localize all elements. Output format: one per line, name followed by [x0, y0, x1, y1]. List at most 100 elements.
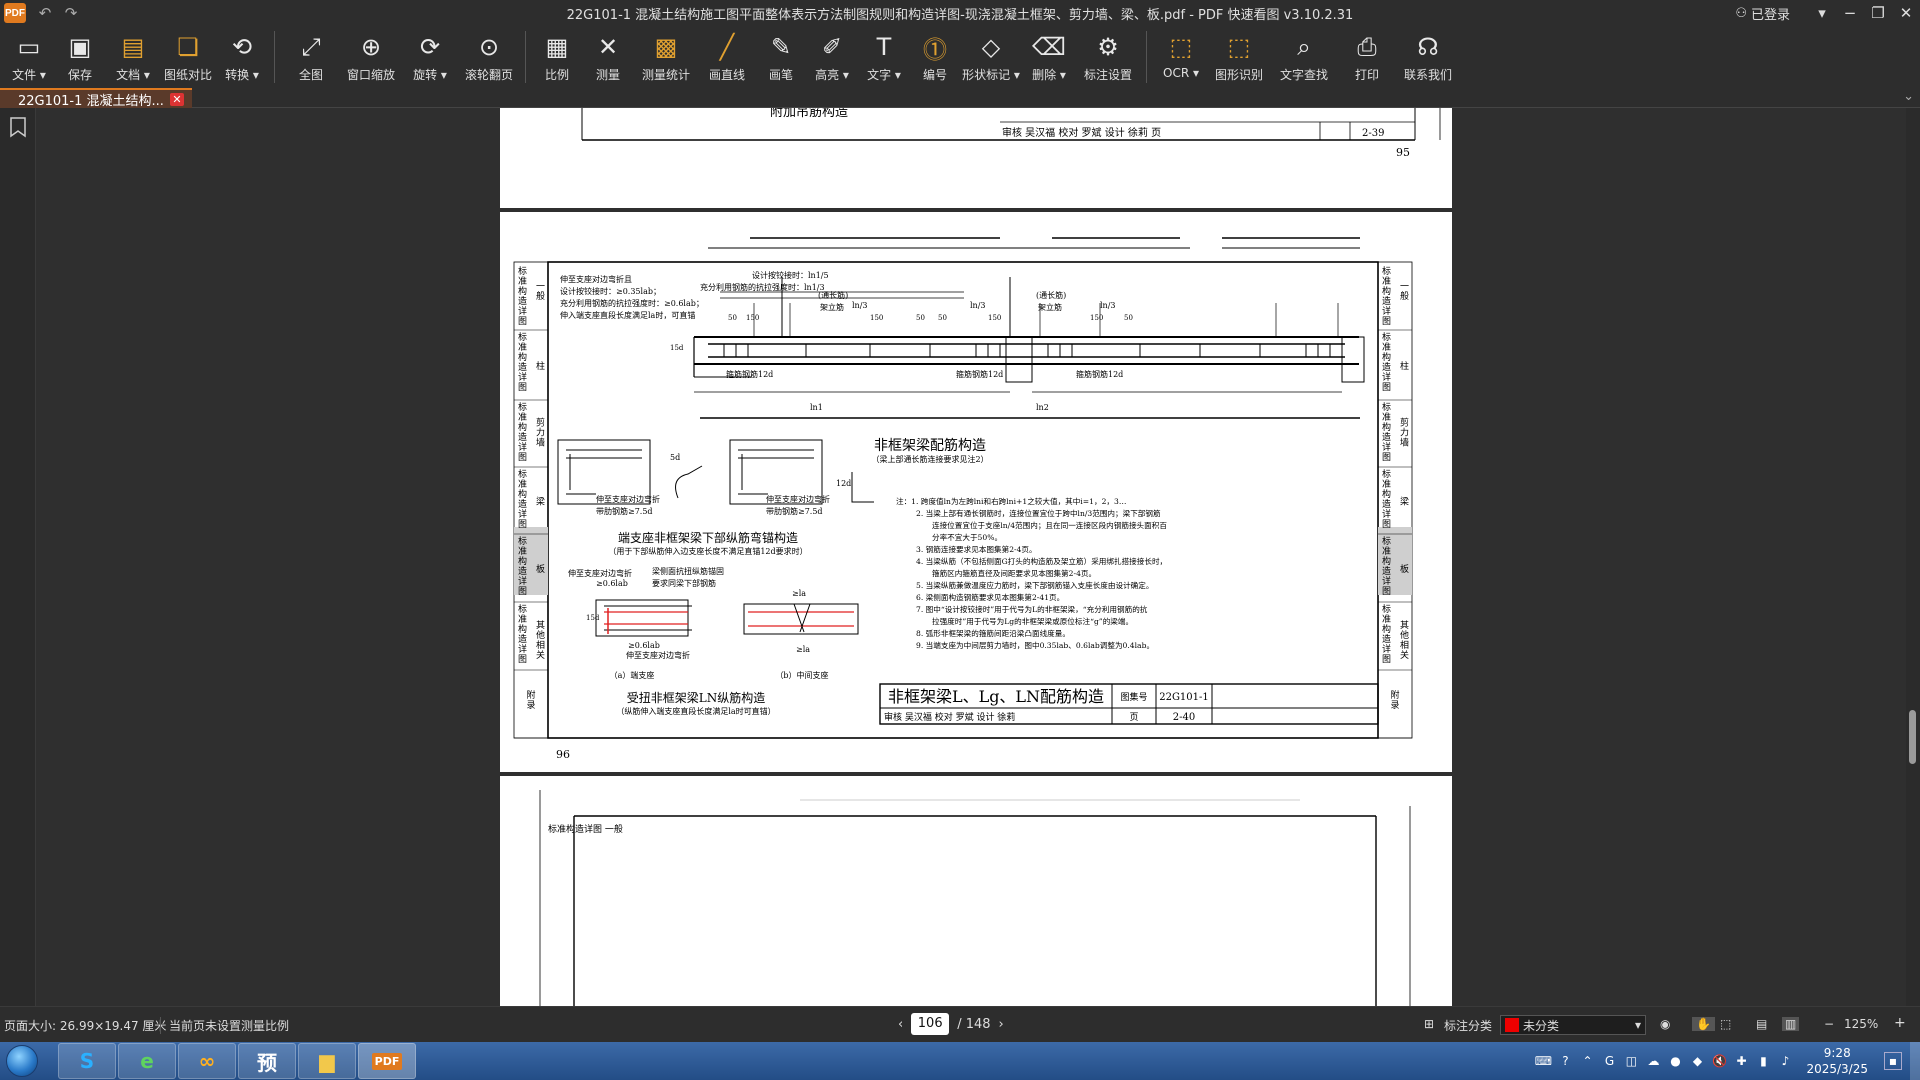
eye-icon[interactable]: ◉ [1660, 1017, 1670, 1031]
tool-shape-recognition-button[interactable]: ⬚ 图形识别 [1209, 26, 1269, 88]
tool-mousewheel-button[interactable]: ⊙ 滚轮翻页 [459, 26, 519, 88]
help-icon[interactable]: ? [1554, 1050, 1576, 1072]
document-viewer[interactable]: 附加吊筋构造 审核 吴汉福 校对 罗斌 设计 徐莉 页 2-39 95 标准构造… [36, 108, 1920, 1006]
taskbar-browser[interactable]: S [58, 1043, 116, 1079]
login-status[interactable]: ⚇ 已登录 [1735, 4, 1790, 23]
continuous-page-icon[interactable]: ▥ [1782, 1017, 1800, 1031]
select-tool-icon[interactable]: ⬚ [1720, 1017, 1731, 1031]
document-icon: ▤ [121, 33, 145, 61]
clock[interactable]: 9:28 2025/3/25 [1806, 1045, 1868, 1077]
speaker-muted-icon[interactable]: 🔇 [1708, 1050, 1730, 1072]
tool-headset-button[interactable]: ☊ 联系我们 [1395, 26, 1461, 88]
bookmark-icon[interactable] [0, 108, 36, 138]
prev-page-icon[interactable]: ‹ [898, 1017, 903, 1032]
green-app-icon[interactable]: ● [1664, 1050, 1686, 1072]
tool-ocr-button[interactable]: ⬚ OCR ▾ [1153, 26, 1209, 88]
stirrup-label: 箍筋钢筋12d [956, 369, 1003, 379]
document-tab[interactable]: 22G101-1 混凝土结构... ✕ [0, 88, 192, 109]
vertical-scrollbar[interactable] [1906, 108, 1920, 1006]
taskbar-pdf[interactable]: PDF [358, 1043, 416, 1079]
scrollbar-thumb[interactable] [1909, 710, 1916, 764]
tool-zoom-window-button[interactable]: ⊕ 窗口缩放 [341, 26, 401, 88]
category-icon: ⊞ [1424, 1017, 1435, 1031]
note-line: 分率不宜大于50%。 [932, 532, 1002, 542]
tool-fullview-button[interactable]: ⤢ 全图 [281, 26, 341, 88]
page-96-number: 96 [556, 748, 570, 761]
close-button[interactable]: ✕ [1892, 0, 1920, 26]
tool-text-button[interactable]: T 文字 ▾ [858, 26, 910, 88]
dimension-value: 150 [746, 314, 759, 322]
tool-measure-button[interactable]: ✕ 测量 [582, 26, 634, 88]
note-line: 3. 钢筋连接要求见本图集第2-4页。 [916, 544, 1037, 554]
taskbar-preview[interactable]: 预 [238, 1043, 296, 1079]
tool-eraser-button[interactable]: ⌫ 删除 ▾ [1022, 26, 1076, 88]
tool-number-button[interactable]: ⓵ 编号 [910, 26, 960, 88]
google-icon[interactable]: G [1598, 1050, 1620, 1072]
minimize-button[interactable]: − [1836, 0, 1864, 26]
start-button[interactable] [0, 1042, 44, 1080]
measure-stats-icon: ▩ [654, 33, 678, 61]
tool-highlighter-button[interactable]: ✐ 高亮 ▾ [806, 26, 858, 88]
page-96-drawing: 标准构造详图一般标准构造详图柱标准构造详图剪力墙标准构造详图梁标准构造详图板标准… [513, 237, 1413, 761]
tool-print-button[interactable]: ⎙ 打印 [1339, 26, 1395, 88]
tool-compare-button[interactable]: ❏ 图纸对比 [160, 26, 216, 88]
tool-find-text-button[interactable]: ⌕ 文字查找 [1269, 26, 1339, 88]
category-select[interactable]: 未分类 ▾ [1500, 1015, 1646, 1035]
tool-annotation-settings-button[interactable]: ⚙ 标注设置 [1076, 26, 1140, 88]
next-page-icon[interactable]: › [999, 1017, 1004, 1032]
tray-expand-icon[interactable]: ⌃ [1576, 1050, 1598, 1072]
single-page-icon[interactable]: ▤ [1756, 1017, 1767, 1031]
menu-dropdown-icon[interactable]: ▾ [1808, 0, 1836, 26]
taskbar-ie[interactable]: e [118, 1043, 176, 1079]
app-logo[interactable]: PDF [4, 3, 26, 23]
through-bar-label: (通长筋) [1036, 290, 1066, 300]
show-desktop-button[interactable] [1910, 1042, 1920, 1080]
security-icon[interactable]: ✚ [1730, 1050, 1752, 1072]
anchor-label: 12d [836, 479, 851, 488]
zoom-level[interactable]: 125% [1844, 1017, 1878, 1031]
tool-document-button[interactable]: ▤ 文档 ▾ [106, 26, 160, 88]
zoom-in-icon[interactable]: + [1894, 1015, 1906, 1031]
tab-list-chevron-icon[interactable]: ⌄ [1903, 89, 1914, 104]
system-tray: ⌨ ? ⌃ G ◫ ☁ ● ◆ 🔇 ✚ ▮ ♪ 9:28 2025/3/25 ▪ [1532, 1042, 1920, 1080]
tool-shape-mark-button[interactable]: ◇ 形状标记 ▾ [960, 26, 1022, 88]
tool-folder-button[interactable]: ▭ 文件 ▾ [4, 26, 54, 88]
taskbar-cloud[interactable]: ∞ [178, 1043, 236, 1079]
title-block-approval: 审核 吴汉福 校对 罗斌 设计 徐莉 [884, 711, 1015, 723]
page-96: 标准构造详图 一般 标准构造详图柱标准构造详图 剪力墙 标准构造详图梁标准构造详图板标准… [500, 212, 1452, 772]
tool-pen-button[interactable]: ✎ 画笔 [756, 26, 806, 88]
tool-scale-button[interactable]: ▦ 比例 [532, 26, 582, 88]
hand-tool-icon[interactable]: ✋ [1692, 1017, 1715, 1031]
scale-status[interactable]: 当前页未设置测量比例 [160, 1017, 289, 1034]
app-window: PDF ↶ ↷ 22G101-1 混凝土结构施工图平面整体表示方法制图规则和构造… [0, 0, 1920, 1080]
browser-icon: S [79, 1049, 95, 1073]
tool-convert-button[interactable]: ⟲ 转换 ▾ [216, 26, 268, 88]
volume-icon[interactable]: ♪ [1774, 1050, 1796, 1072]
action-center-icon[interactable]: ▪ [1884, 1052, 1902, 1070]
undo-icon[interactable]: ↶ [32, 2, 58, 24]
ie-icon: e [140, 1049, 154, 1073]
current-page-input[interactable]: 106 [911, 1013, 950, 1035]
tool-rotate-button[interactable]: ⟳ 旋转 ▾ [401, 26, 459, 88]
page-97-sidebar-label: 标准构造详图 一般 [548, 823, 623, 835]
tool-measure-stats-button[interactable]: ▩ 测量统计 [634, 26, 698, 88]
tab-close-icon[interactable]: ✕ [170, 93, 184, 106]
tool-save-button[interactable]: ▣ 保存 [54, 26, 106, 88]
tool-label: 联系我们 [1403, 68, 1452, 82]
redo-icon[interactable]: ↷ [58, 2, 84, 24]
shield-icon[interactable]: ◆ [1686, 1050, 1708, 1072]
dimension-value: 50 [728, 314, 737, 322]
dimension-value: 150 [870, 314, 883, 322]
torsion-subfigure-label: （a）端支座 [610, 670, 655, 680]
taskbar-explorer[interactable]: ▆ [298, 1043, 356, 1079]
keyboard-icon[interactable]: ⌨ [1532, 1050, 1554, 1072]
tool-label: 形状标记 ▾ [962, 68, 1020, 82]
tool-label: 文字 ▾ [867, 68, 901, 82]
network-app-icon[interactable]: ◫ [1620, 1050, 1642, 1072]
cloud-tray-icon[interactable]: ☁ [1642, 1050, 1664, 1072]
zoom-window-icon: ⊕ [360, 33, 382, 61]
signal-icon[interactable]: ▮ [1752, 1050, 1774, 1072]
zoom-out-icon[interactable]: − [1824, 1017, 1834, 1031]
maximize-button[interactable]: ❐ [1864, 0, 1892, 26]
tool-line-button[interactable]: ╱ 画直线 [698, 26, 756, 88]
